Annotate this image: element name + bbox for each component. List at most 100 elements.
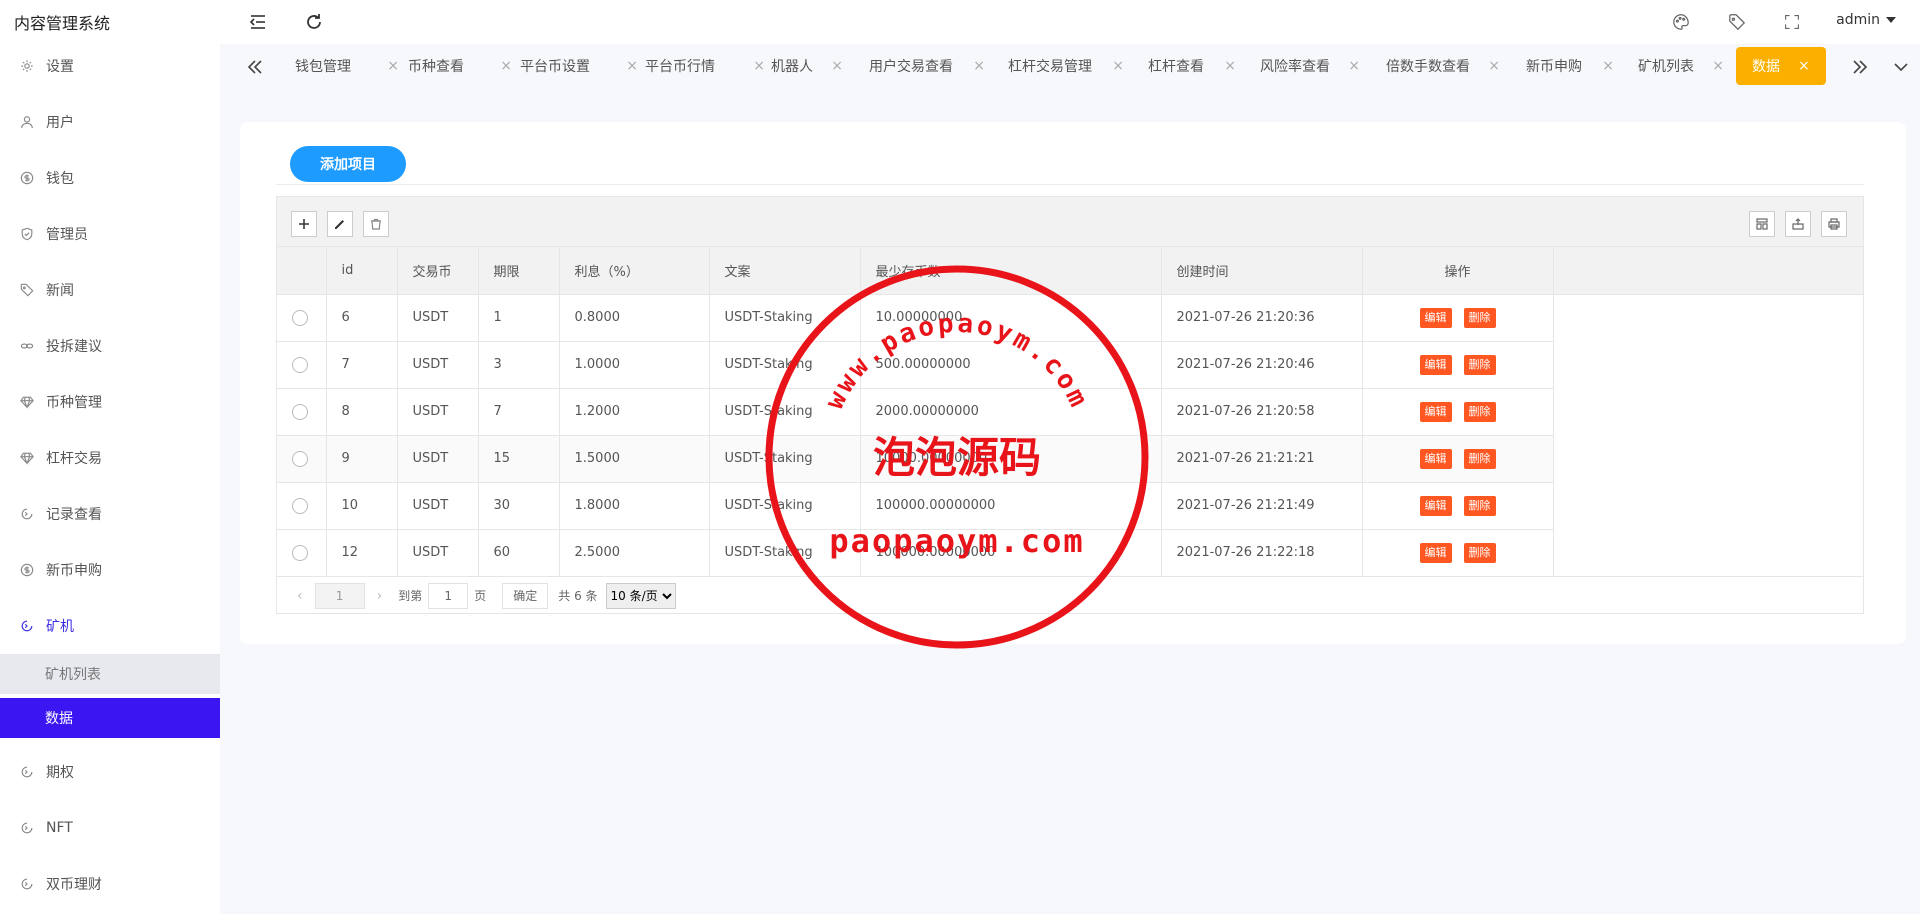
close-icon[interactable]: × — [500, 58, 512, 74]
cell-coin: USDT — [397, 388, 479, 436]
sidebar-item-settings[interactable]: 设置 — [0, 46, 220, 86]
tab-bar: 钱包管理 × 币种查看 × 平台币设置 × 平台币行情 × 机器人 × 用户交易… — [220, 44, 1920, 88]
goto-confirm-button[interactable]: 确定 — [502, 582, 549, 609]
close-icon[interactable]: × — [1348, 58, 1360, 74]
refresh-icon[interactable] — [304, 12, 324, 32]
column-header-coin[interactable]: 交易币 — [397, 247, 479, 295]
tab-new-coin-subscription[interactable]: 新币申购 × — [1526, 47, 1614, 85]
close-icon[interactable]: × — [753, 58, 765, 74]
delete-button[interactable]: 删除 — [1463, 354, 1496, 375]
tab-scroll-left-icon[interactable] — [244, 56, 266, 78]
tab-miner-list[interactable]: 矿机列表 × — [1638, 47, 1724, 85]
tab-data[interactable]: 数据 × — [1736, 47, 1826, 85]
sidebar-subitem-data[interactable]: 数据 — [0, 698, 220, 738]
delete-button[interactable]: 删除 — [1463, 307, 1496, 328]
page-size-select[interactable]: 10 条/页 — [605, 582, 676, 609]
column-header-created-time[interactable]: 创建时间 — [1161, 247, 1363, 295]
print-icon[interactable] — [1821, 211, 1847, 237]
tab-platform-coin-settings[interactable]: 平台币设置 × — [520, 47, 638, 85]
delete-button[interactable]: 删除 — [1463, 495, 1496, 516]
collapse-menu-icon[interactable] — [248, 12, 268, 32]
tab-risk-rate-view[interactable]: 风险率查看 × — [1260, 47, 1360, 85]
close-icon[interactable]: × — [1224, 58, 1236, 74]
tab-multiple-lots-view[interactable]: 倍数手数查看 × — [1386, 47, 1500, 85]
trash-icon[interactable] — [363, 211, 389, 237]
column-header-interest[interactable]: 利息（%） — [559, 247, 710, 295]
row-radio[interactable] — [292, 403, 308, 420]
cell-id: 8 — [326, 388, 398, 436]
prev-page-icon[interactable]: ‹ — [297, 588, 303, 604]
column-header-term[interactable]: 期限 — [478, 247, 560, 295]
sidebar-item-new-coin-subscription[interactable]: 新币申购 — [0, 550, 220, 590]
edit-button[interactable]: 编辑 — [1419, 307, 1452, 328]
tab-robot[interactable]: 机器人 × — [771, 47, 843, 85]
tab-menu-chevron-down-icon[interactable] — [1890, 56, 1912, 78]
fullscreen-icon[interactable] — [1784, 14, 1800, 30]
edit-button[interactable]: 编辑 — [1419, 495, 1452, 516]
columns-icon[interactable] — [1749, 211, 1775, 237]
add-row-icon[interactable] — [291, 211, 317, 237]
app-title: 内容管理系统 — [14, 14, 111, 33]
tab-leverage-view[interactable]: 杠杆查看 × — [1148, 47, 1236, 85]
sidebar-item-wallet[interactable]: 钱包 — [0, 158, 220, 198]
diamond-icon — [20, 451, 34, 465]
tab-label: 平台币行情 — [645, 59, 715, 75]
goto-page-input[interactable]: 1 — [428, 582, 469, 609]
close-icon[interactable]: × — [1602, 58, 1614, 74]
sidebar-item-dual-currency[interactable]: 双币理财 — [0, 864, 220, 904]
close-icon[interactable]: × — [831, 58, 843, 74]
column-header-id[interactable]: id — [326, 247, 398, 295]
row-radio[interactable] — [292, 309, 308, 326]
cell-interest: 2.5000 — [559, 529, 710, 577]
sidebar-item-leverage-trading[interactable]: 杠杆交易 — [0, 438, 220, 478]
delete-button[interactable]: 删除 — [1463, 542, 1496, 563]
close-icon[interactable]: × — [1798, 58, 1810, 74]
delete-button[interactable]: 删除 — [1463, 448, 1496, 469]
close-icon[interactable]: × — [1712, 58, 1724, 74]
sidebar-subitem-miner-list[interactable]: 矿机列表 — [0, 654, 220, 694]
row-radio[interactable] — [292, 356, 308, 373]
cell-created-time: 2021-07-26 21:20:36 — [1161, 294, 1363, 342]
next-page-icon[interactable]: › — [377, 588, 383, 604]
palette-icon[interactable] — [1672, 13, 1690, 31]
sidebar-item-users[interactable]: 用户 — [0, 102, 220, 142]
cell-created-time: 2021-07-26 21:22:18 — [1161, 529, 1363, 577]
edit-button[interactable]: 编辑 — [1419, 401, 1452, 422]
tab-leverage-trade-management[interactable]: 杠杆交易管理 × — [1008, 47, 1124, 85]
edit-button[interactable]: 编辑 — [1419, 542, 1452, 563]
sidebar-item-admins[interactable]: 管理员 — [0, 214, 220, 254]
close-icon[interactable]: × — [973, 58, 985, 74]
row-radio[interactable] — [292, 497, 308, 514]
edit-button[interactable]: 编辑 — [1419, 354, 1452, 375]
sidebar-item-coin-management[interactable]: 币种管理 — [0, 382, 220, 422]
export-icon[interactable] — [1785, 211, 1811, 237]
tag-icon[interactable] — [1728, 13, 1746, 31]
edit-button[interactable]: 编辑 — [1419, 448, 1452, 469]
add-item-button[interactable]: 添加项目 — [290, 146, 406, 182]
user-menu[interactable]: admin — [1836, 12, 1896, 28]
cell-interest: 1.5000 — [559, 435, 710, 483]
tab-scroll-right-icon[interactable] — [1849, 56, 1871, 78]
edit-icon[interactable] — [327, 211, 353, 237]
delete-button[interactable]: 删除 — [1463, 401, 1496, 422]
sidebar-item-label: NFT — [46, 820, 73, 836]
sidebar-item-records[interactable]: 记录查看 — [0, 494, 220, 534]
cell-id: 6 — [326, 294, 398, 342]
row-radio[interactable] — [292, 450, 308, 467]
sidebar-item-feedback[interactable]: 投拆建议 — [0, 326, 220, 366]
close-icon[interactable]: × — [387, 58, 399, 74]
sidebar-item-options[interactable]: 期权 — [0, 752, 220, 792]
filler-cell — [1553, 482, 1863, 529]
sidebar-item-news[interactable]: 新闻 — [0, 270, 220, 310]
close-icon[interactable]: × — [1112, 58, 1124, 74]
close-icon[interactable]: × — [626, 58, 638, 74]
tab-user-trades[interactable]: 用户交易查看 × — [869, 47, 985, 85]
tab-wallet-management[interactable]: 钱包管理 × — [295, 47, 399, 85]
sidebar-item-nft[interactable]: NFT — [0, 808, 220, 848]
close-icon[interactable]: × — [1488, 58, 1500, 74]
tab-label: 杠杆交易管理 — [1008, 59, 1092, 75]
tab-coin-view[interactable]: 币种查看 × — [408, 47, 512, 85]
sidebar-item-miner[interactable]: 矿机 — [0, 606, 220, 646]
tab-platform-coin-market[interactable]: 平台币行情 × — [645, 47, 765, 85]
row-radio[interactable] — [292, 544, 308, 561]
